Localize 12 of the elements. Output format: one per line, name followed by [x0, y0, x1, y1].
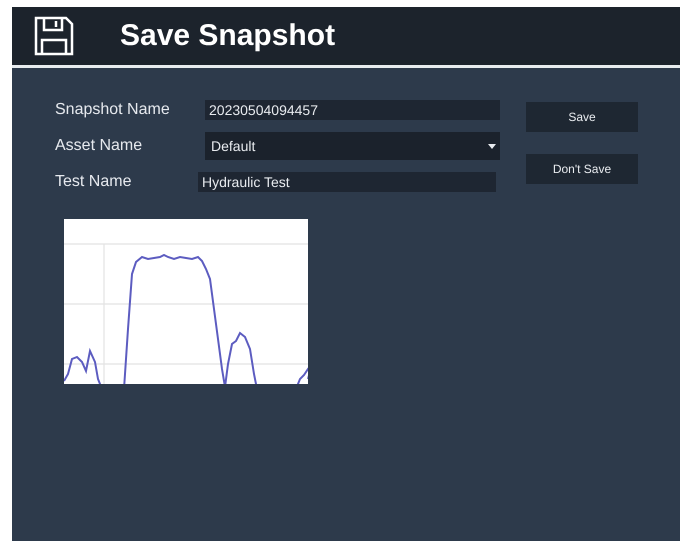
text-field[interactable]: Hydraulic Test [198, 172, 496, 192]
dont-save-button[interactable]: Don't Save [526, 154, 638, 184]
field-label: Test Name [55, 173, 132, 191]
field-label: Asset Name [55, 137, 144, 155]
dropdown-value: Default [211, 138, 256, 154]
window-title: Save Snapshot [120, 19, 336, 53]
field-label: Snapshot Name [55, 101, 171, 119]
asset-dropdown[interactable]: Default [205, 132, 500, 160]
text-field[interactable]: 20230504094457 [205, 100, 500, 120]
caret-icon [488, 144, 496, 148]
save-icon [34, 16, 74, 56]
save-button[interactable]: Save [526, 102, 638, 132]
